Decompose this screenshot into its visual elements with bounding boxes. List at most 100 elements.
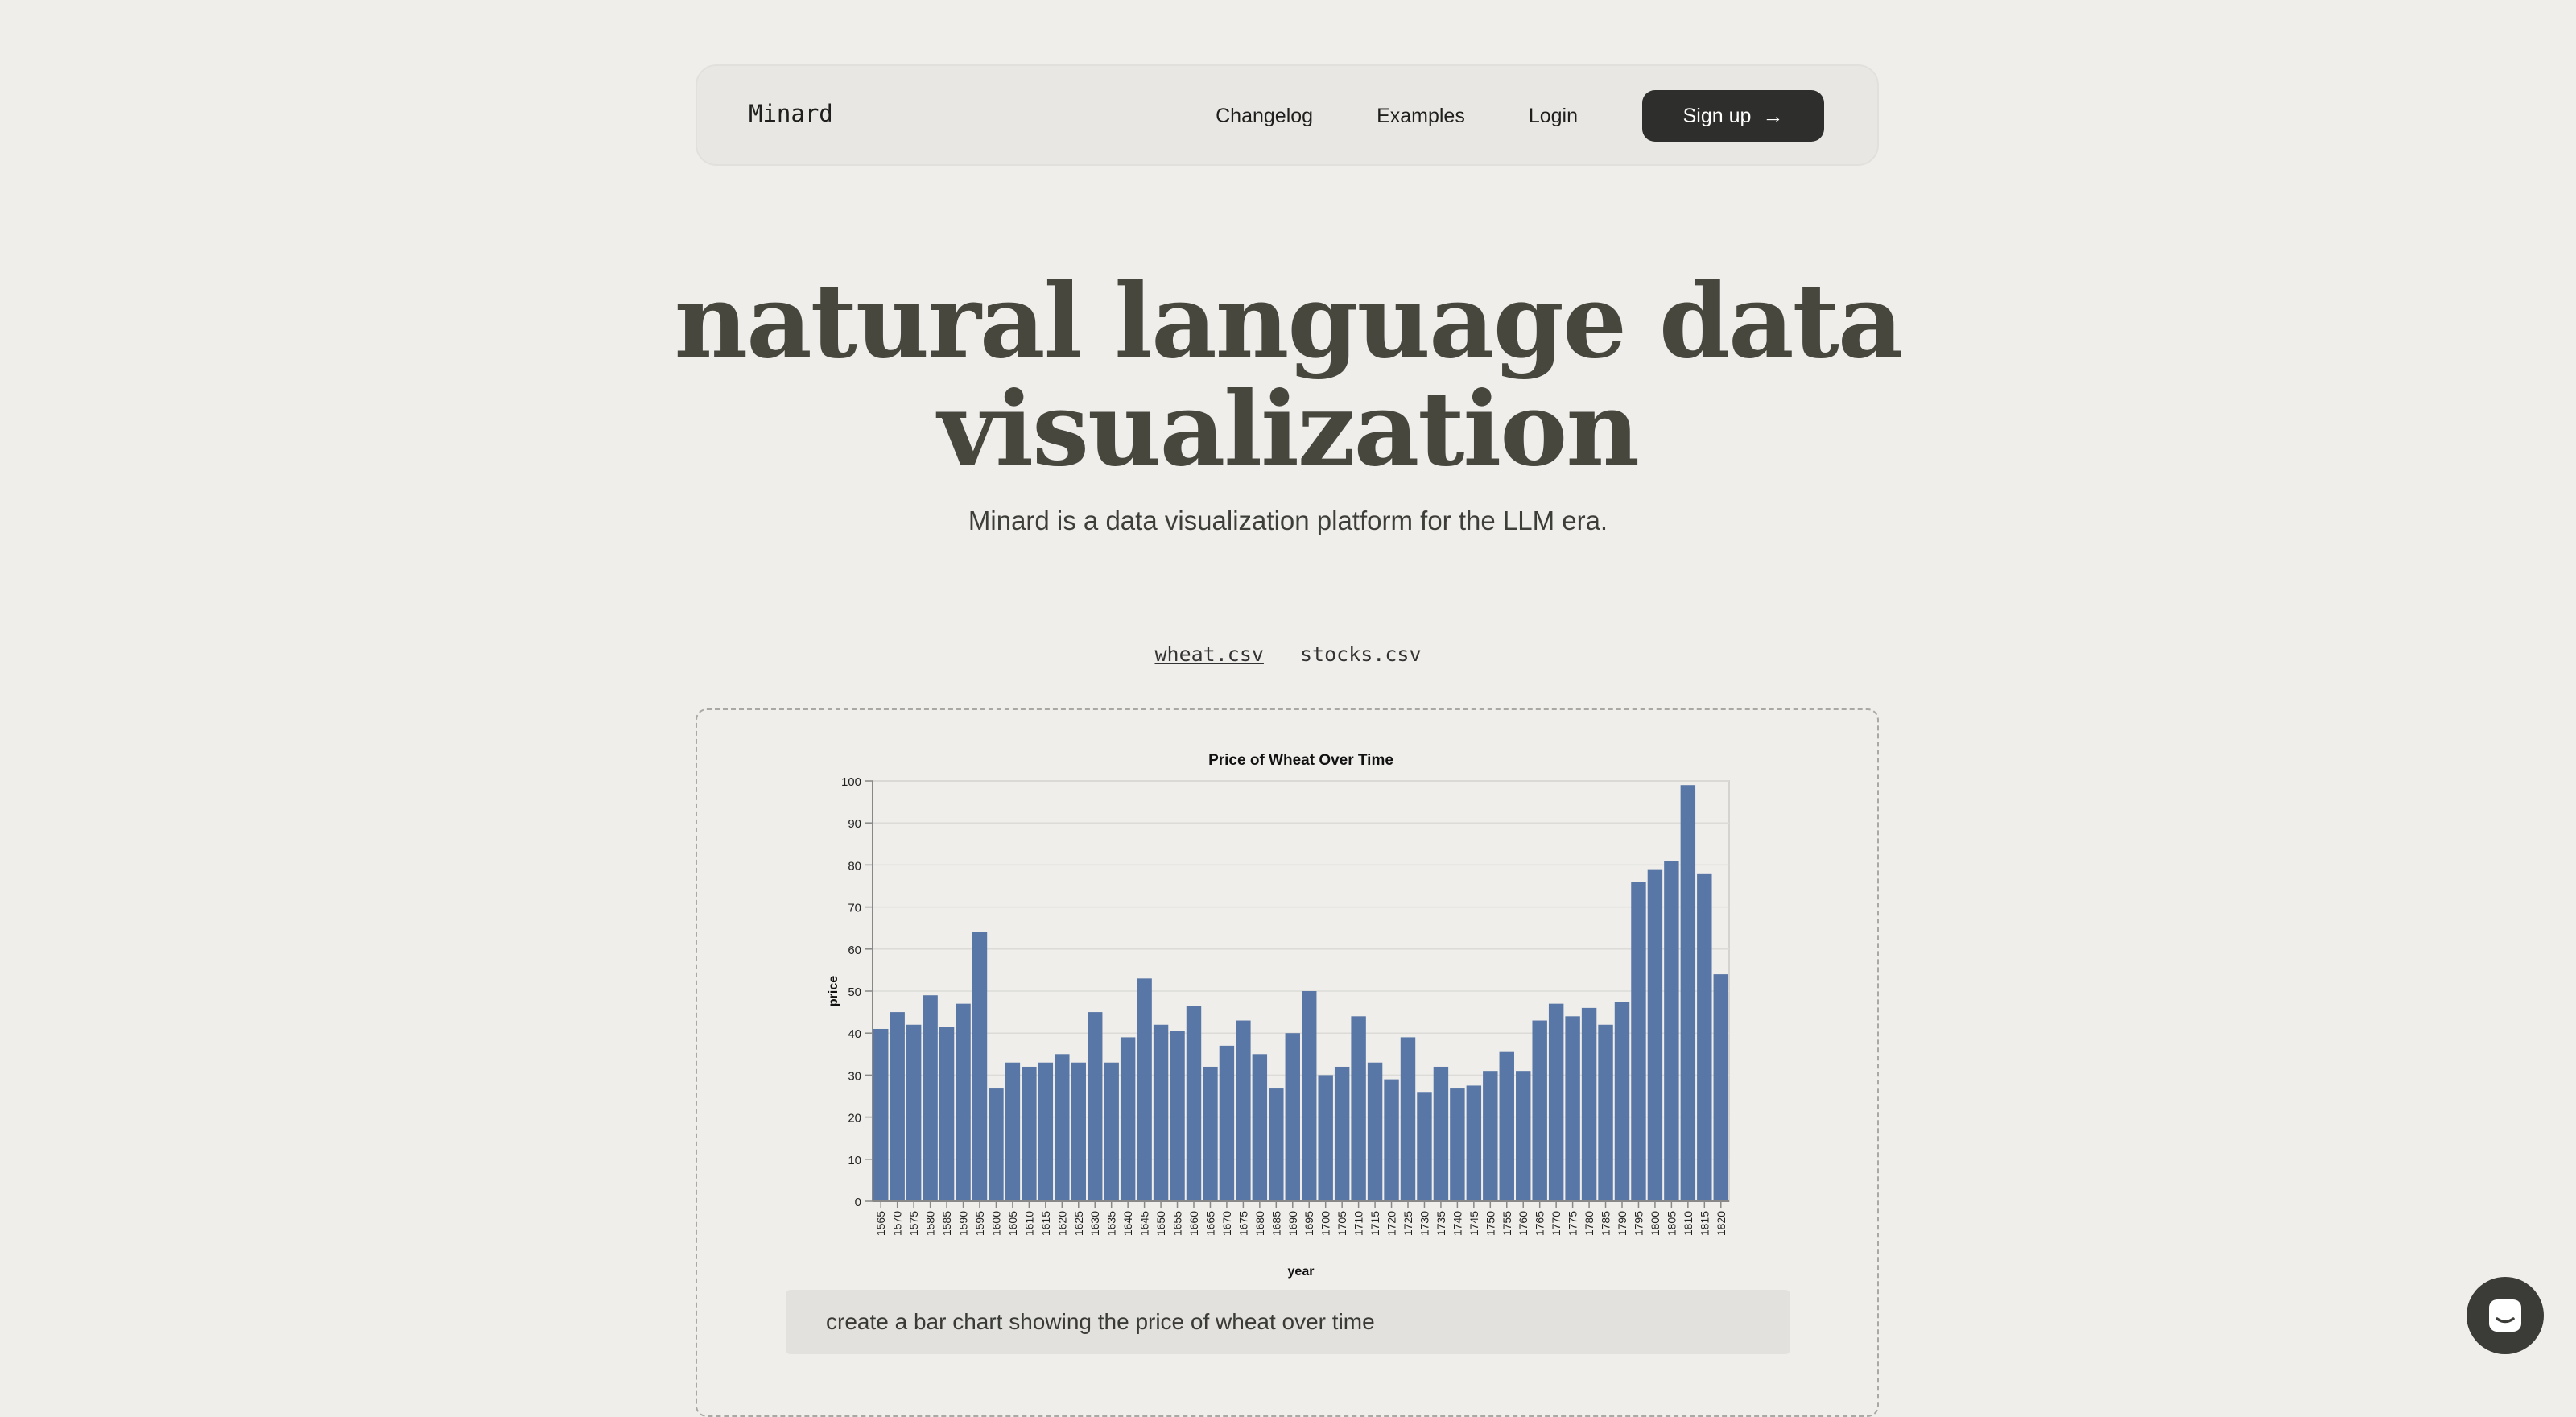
bar bbox=[1417, 1092, 1432, 1201]
bar bbox=[1680, 785, 1696, 1201]
bar bbox=[1565, 1016, 1580, 1201]
bar bbox=[939, 1027, 955, 1201]
y-tick-label: 100 bbox=[841, 775, 861, 789]
x-tick-label: 1655 bbox=[1171, 1211, 1184, 1236]
x-tick-label: 1765 bbox=[1534, 1211, 1546, 1236]
bar bbox=[1647, 869, 1663, 1201]
bar bbox=[1302, 991, 1317, 1201]
bar bbox=[1170, 1031, 1185, 1201]
bar bbox=[1318, 1075, 1333, 1201]
bar bbox=[1005, 1062, 1021, 1201]
bar bbox=[1022, 1066, 1037, 1201]
x-tick-label: 1795 bbox=[1632, 1211, 1645, 1236]
bar bbox=[1433, 1066, 1449, 1201]
bar bbox=[1055, 1054, 1070, 1201]
x-tick-label: 1670 bbox=[1220, 1211, 1233, 1236]
bar bbox=[1466, 1085, 1482, 1201]
x-tick-label: 1695 bbox=[1302, 1211, 1315, 1236]
x-axis-title: year bbox=[1288, 1265, 1315, 1279]
x-tick-label: 1665 bbox=[1203, 1211, 1216, 1236]
y-tick-label: 90 bbox=[848, 817, 861, 831]
bar bbox=[1516, 1071, 1531, 1201]
chat-launcher-button[interactable] bbox=[2467, 1277, 2544, 1354]
x-tick-label: 1640 bbox=[1121, 1211, 1134, 1236]
bar bbox=[1367, 1062, 1383, 1201]
bar bbox=[1614, 1002, 1630, 1201]
bar bbox=[1598, 1024, 1613, 1201]
x-tick-label: 1710 bbox=[1352, 1211, 1365, 1236]
x-tick-label: 1585 bbox=[940, 1211, 953, 1236]
x-tick-label: 1770 bbox=[1550, 1211, 1563, 1236]
x-tick-label: 1720 bbox=[1385, 1211, 1398, 1236]
x-tick-label: 1600 bbox=[989, 1211, 1002, 1236]
x-tick-label: 1805 bbox=[1665, 1211, 1678, 1236]
x-tick-label: 1715 bbox=[1368, 1211, 1381, 1236]
bar bbox=[989, 1088, 1004, 1201]
bar bbox=[1713, 974, 1728, 1201]
bar bbox=[1186, 1006, 1202, 1201]
x-tick-label: 1570 bbox=[891, 1211, 904, 1236]
y-tick-label: 40 bbox=[848, 1027, 861, 1041]
x-tick-label: 1815 bbox=[1698, 1211, 1711, 1236]
bar-chart: 01020304050607080901001565 1570 1575 1580 15… bbox=[827, 752, 1730, 1279]
bar bbox=[906, 1024, 922, 1201]
bar bbox=[1104, 1062, 1119, 1201]
bar bbox=[1384, 1079, 1399, 1201]
x-tick-label: 1780 bbox=[1583, 1211, 1596, 1236]
bar bbox=[1581, 1007, 1597, 1201]
bar bbox=[1664, 861, 1679, 1201]
x-tick-label: 1700 bbox=[1319, 1211, 1332, 1236]
x-tick-label: 1630 bbox=[1088, 1211, 1101, 1236]
x-tick-label: 1705 bbox=[1335, 1211, 1348, 1236]
bar bbox=[1252, 1054, 1268, 1201]
x-tick-label: 1610 bbox=[1022, 1211, 1035, 1236]
x-tick-label: 1760 bbox=[1517, 1211, 1530, 1236]
x-tick-label: 1755 bbox=[1501, 1211, 1513, 1236]
x-tick-label: 1820 bbox=[1715, 1211, 1728, 1236]
x-tick-label: 1690 bbox=[1286, 1211, 1299, 1236]
bar bbox=[956, 1003, 971, 1201]
x-tick-label: 1620 bbox=[1055, 1211, 1068, 1236]
x-tick-label: 1740 bbox=[1451, 1211, 1463, 1236]
bar bbox=[923, 995, 938, 1201]
bar bbox=[1071, 1062, 1086, 1201]
y-tick-label: 20 bbox=[848, 1112, 861, 1126]
x-tick-label: 1635 bbox=[1105, 1211, 1118, 1236]
y-tick-label: 0 bbox=[855, 1196, 861, 1209]
bar bbox=[1269, 1088, 1284, 1201]
x-tick-label: 1735 bbox=[1435, 1211, 1447, 1236]
x-tick-label: 1725 bbox=[1402, 1211, 1414, 1236]
bar bbox=[1120, 1037, 1136, 1201]
bar bbox=[1532, 1020, 1547, 1201]
bar bbox=[1088, 1012, 1103, 1201]
prompt-input[interactable]: create a bar chart showing the price of … bbox=[786, 1290, 1790, 1354]
x-tick-label: 1615 bbox=[1039, 1211, 1052, 1236]
bar bbox=[1351, 1016, 1366, 1201]
x-tick-label: 1750 bbox=[1484, 1211, 1496, 1236]
bar bbox=[1631, 882, 1646, 1201]
x-tick-label: 1590 bbox=[957, 1211, 970, 1236]
bar bbox=[1219, 1045, 1235, 1201]
bar bbox=[1400, 1037, 1416, 1201]
chat-icon bbox=[2489, 1299, 2521, 1332]
bar bbox=[1334, 1066, 1350, 1201]
y-tick-label: 30 bbox=[848, 1069, 861, 1083]
y-tick-label: 10 bbox=[848, 1154, 861, 1167]
y-tick-label: 50 bbox=[848, 985, 861, 999]
bar bbox=[890, 1012, 905, 1201]
x-tick-label: 1680 bbox=[1253, 1211, 1266, 1236]
y-axis-title: price bbox=[827, 976, 840, 1006]
x-tick-label: 1580 bbox=[924, 1211, 937, 1236]
x-tick-label: 1810 bbox=[1682, 1211, 1695, 1236]
bar bbox=[1450, 1088, 1465, 1201]
bar bbox=[1153, 1024, 1169, 1201]
y-tick-label: 70 bbox=[848, 902, 861, 915]
bar bbox=[1038, 1062, 1054, 1201]
bar bbox=[1483, 1071, 1498, 1201]
x-tick-label: 1565 bbox=[874, 1211, 887, 1236]
y-tick-label: 80 bbox=[848, 859, 861, 873]
bar bbox=[1697, 873, 1712, 1201]
x-tick-label: 1730 bbox=[1418, 1211, 1430, 1236]
x-tick-label: 1800 bbox=[1649, 1211, 1662, 1236]
x-tick-label: 1575 bbox=[907, 1211, 920, 1236]
